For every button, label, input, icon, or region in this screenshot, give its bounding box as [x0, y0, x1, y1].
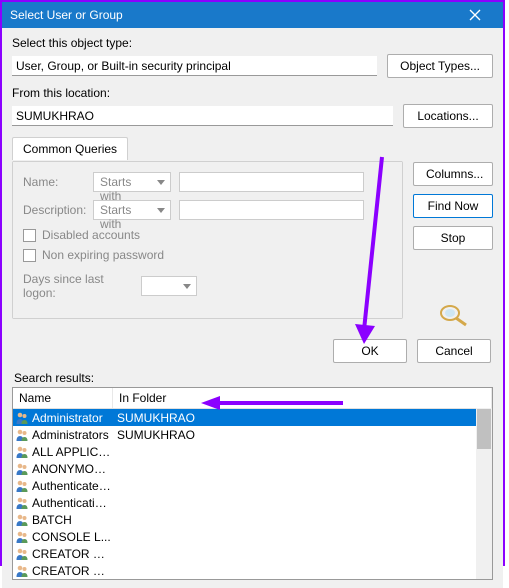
scrollbar-thumb[interactable]: [477, 409, 491, 449]
table-row[interactable]: ALL APPLICA...: [13, 443, 492, 460]
disabled-accounts-checkbox[interactable]: [23, 229, 36, 242]
object-types-button[interactable]: Object Types...: [387, 54, 493, 78]
dialog-window: Select User or Group Select this object …: [0, 0, 505, 566]
days-since-select[interactable]: [141, 276, 197, 296]
row-name: CONSOLE L...: [32, 530, 111, 544]
name-match-select[interactable]: Starts with: [93, 172, 171, 192]
non-expiring-checkbox[interactable]: [23, 249, 36, 262]
search-results-label: Search results:: [14, 371, 493, 385]
row-folder: SUMUKHRAO: [111, 411, 492, 425]
location-field[interactable]: [12, 106, 393, 126]
description-input[interactable]: [179, 200, 364, 220]
columns-button[interactable]: Columns...: [413, 162, 493, 186]
table-row[interactable]: BATCH: [13, 511, 492, 528]
ok-button[interactable]: OK: [333, 339, 407, 363]
scrollbar[interactable]: [476, 408, 492, 579]
user-group-icon: [15, 411, 29, 425]
tab-common-queries[interactable]: Common Queries: [12, 137, 128, 160]
object-type-label: Select this object type:: [12, 36, 493, 50]
table-row[interactable]: CREATOR G...: [13, 545, 492, 562]
user-group-icon: [15, 496, 29, 510]
row-name: ANONYMOU...: [32, 462, 111, 476]
table-row[interactable]: ANONYMOU...: [13, 460, 492, 477]
cancel-button[interactable]: Cancel: [417, 339, 491, 363]
table-row[interactable]: Authenticated...: [13, 477, 492, 494]
row-name: Administrator: [32, 411, 103, 425]
results-list[interactable]: Name In Folder AdministratorSUMUKHRAOAdm…: [12, 387, 493, 580]
window-title: Select User or Group: [10, 8, 123, 22]
user-group-icon: [15, 564, 29, 578]
object-type-field[interactable]: [12, 56, 377, 76]
locations-button[interactable]: Locations...: [403, 104, 493, 128]
stop-button[interactable]: Stop: [413, 226, 493, 250]
desc-match-select[interactable]: Starts with: [93, 200, 171, 220]
search-icon: [436, 302, 470, 331]
table-row[interactable]: Authenticatio...: [13, 494, 492, 511]
row-name: CREATOR G...: [32, 547, 111, 561]
location-label: From this location:: [12, 86, 493, 100]
column-folder[interactable]: In Folder: [113, 388, 492, 408]
row-name: BATCH: [32, 513, 72, 527]
user-group-icon: [15, 445, 29, 459]
row-name: CREATOR O...: [32, 564, 111, 578]
description-label: Description:: [23, 203, 85, 217]
close-button[interactable]: [455, 2, 495, 28]
row-name: Administrators: [32, 428, 109, 442]
table-row[interactable]: CONSOLE L...: [13, 528, 492, 545]
user-group-icon: [15, 462, 29, 476]
disabled-accounts-label: Disabled accounts: [42, 228, 140, 242]
table-row[interactable]: Administrator SUMUKHRAO: [13, 409, 492, 426]
row-name: Authenticatio...: [32, 496, 111, 510]
column-name[interactable]: Name: [13, 388, 113, 408]
user-group-icon: [15, 428, 29, 442]
user-group-icon: [15, 479, 29, 493]
name-input[interactable]: [179, 172, 364, 192]
table-row[interactable]: AdministratorsSUMUKHRAO: [13, 426, 492, 443]
user-group-icon: [15, 547, 29, 561]
row-name: Authenticated...: [32, 479, 111, 493]
find-now-button[interactable]: Find Now: [413, 194, 493, 218]
user-group-icon: [15, 530, 29, 544]
non-expiring-label: Non expiring password: [42, 248, 164, 262]
user-group-icon: [15, 513, 29, 527]
titlebar[interactable]: Select User or Group: [2, 2, 503, 28]
days-since-label: Days since last logon:: [23, 272, 133, 300]
row-name: ALL APPLICA...: [32, 445, 111, 459]
name-label: Name:: [23, 175, 85, 189]
row-folder: SUMUKHRAO: [111, 428, 492, 442]
table-row[interactable]: CREATOR O...: [13, 562, 492, 579]
